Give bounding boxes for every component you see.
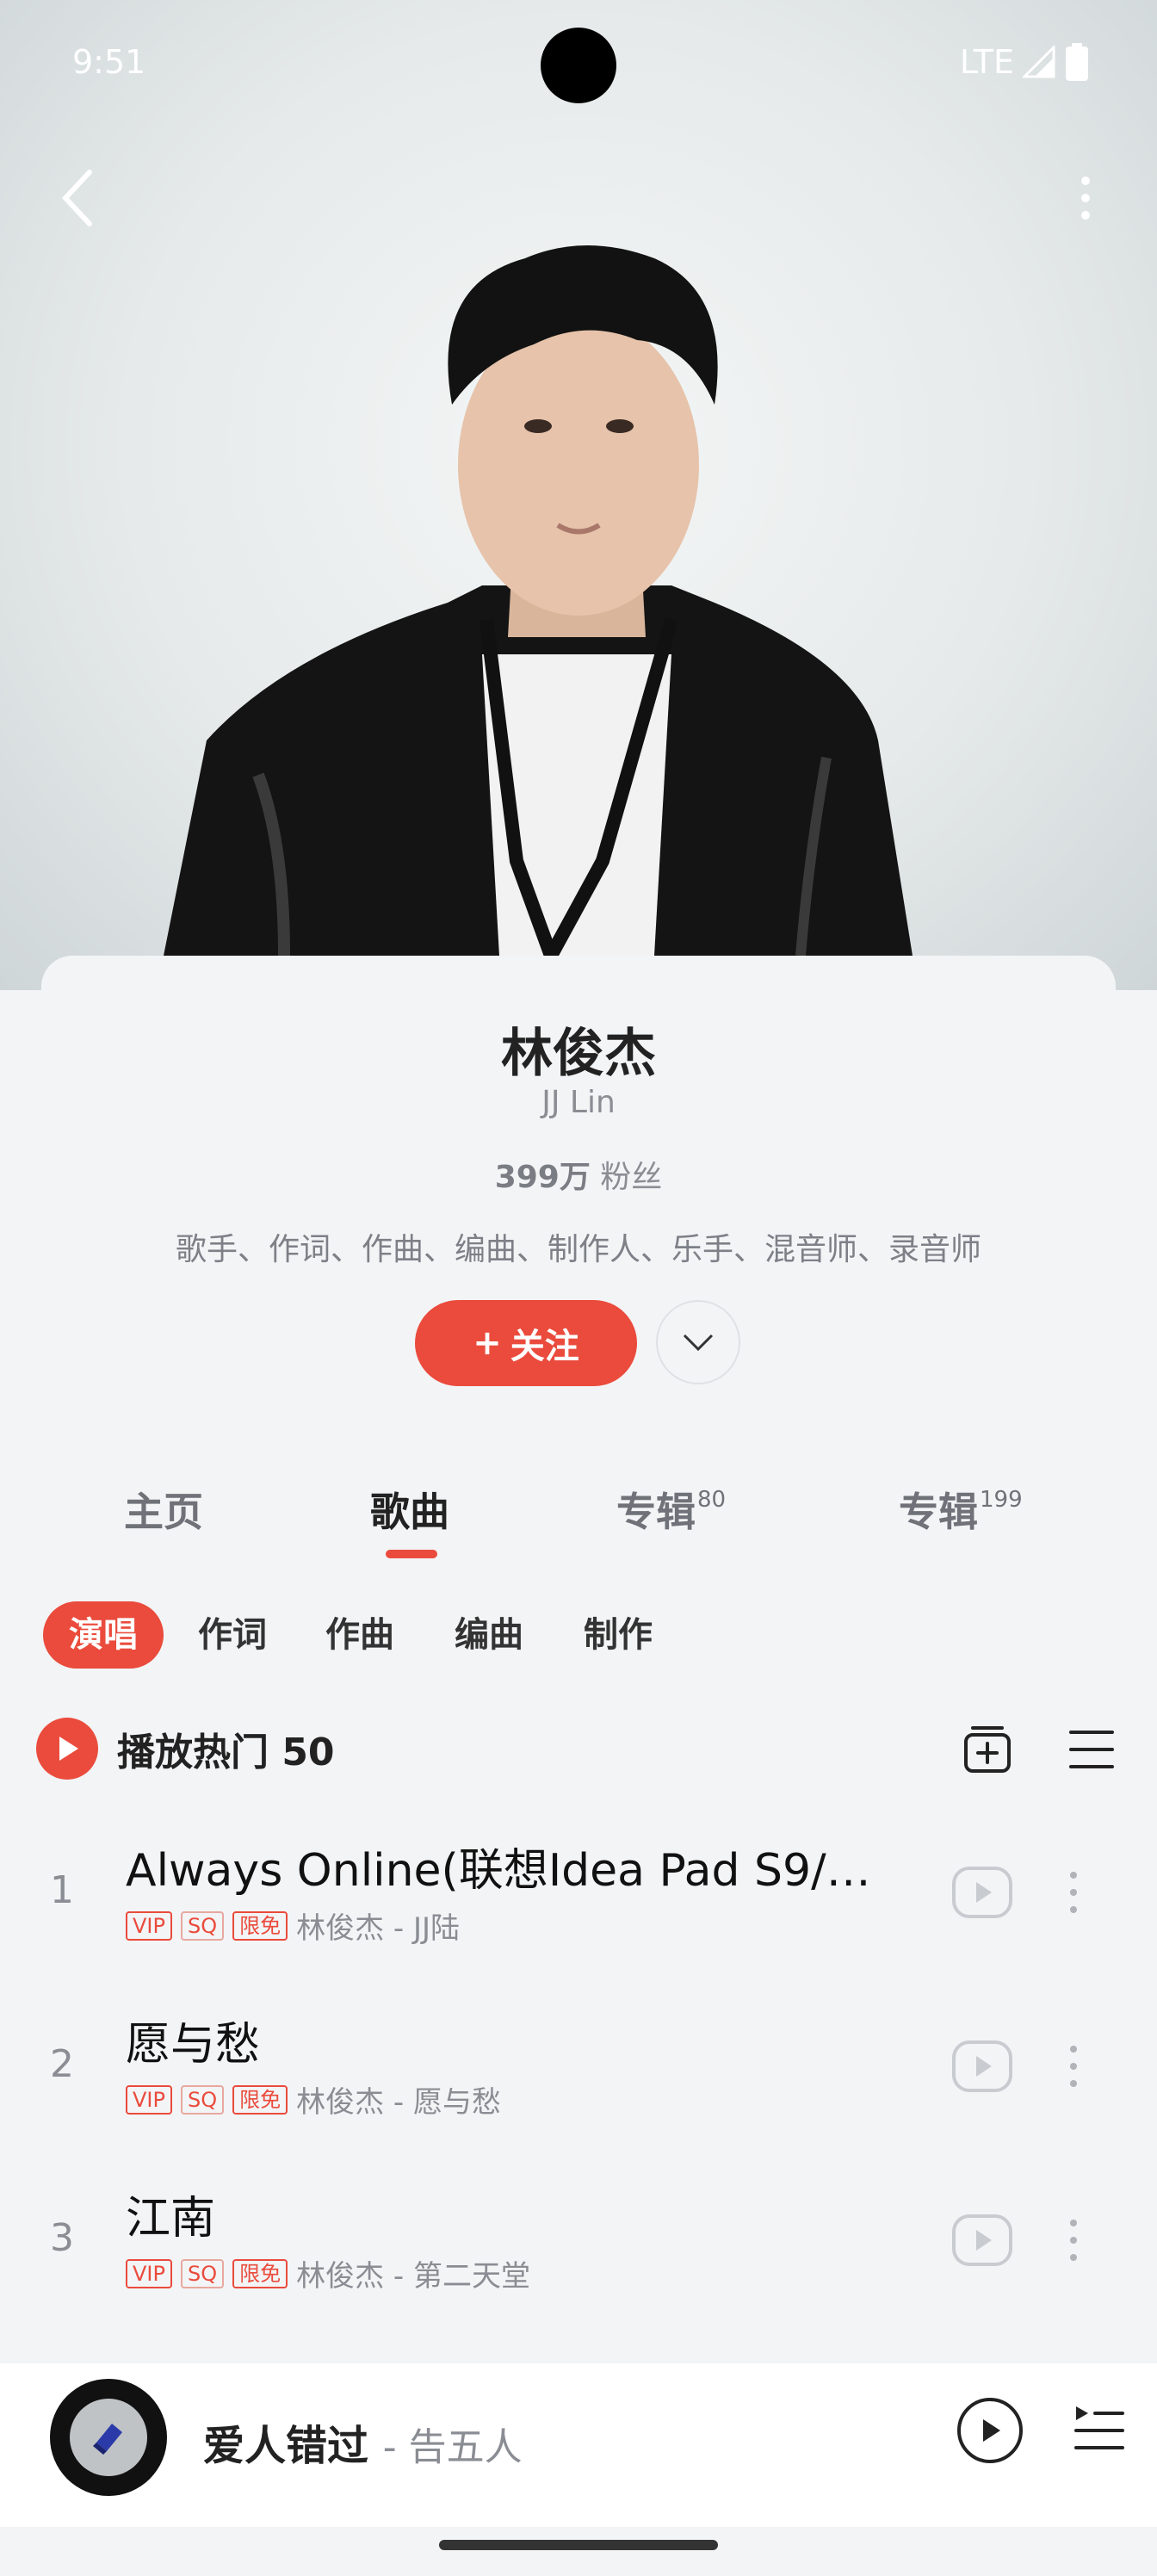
add-playlist-icon [964,1726,1011,1773]
more-options-button[interactable] [1064,164,1107,232]
status-bar: 9:51 LTE [0,0,1157,129]
album-art [70,2399,147,2476]
chip-lyrics[interactable]: 作词 [198,1601,267,1669]
chip-produce[interactable]: 制作 [584,1601,653,1669]
now-playing-song: 爱人错过 [203,2422,369,2470]
chevron-left-icon [61,170,92,226]
song-meta: VIP SQ 限免 林俊杰 - 第二天堂 [126,2252,530,2294]
hamburger-icon [1069,1731,1114,1768]
tab-label: 专辑 [616,1489,696,1535]
song-title: 愿与愁 [126,2019,261,2071]
tab-label: 主页 [124,1489,203,1535]
artist-roles: 歌手、作词、作曲、编曲、制作人、乐手、混音师、录音师 [175,1232,981,1267]
video-play-icon [952,1867,1012,1918]
fans-number: 399万 [494,1160,591,1195]
tab-albums[interactable]: 专辑80 [616,1481,726,1538]
status-time: 9:51 [72,43,146,81]
mini-player[interactable]: 爱人错过 - 告五人 [0,2363,1157,2527]
video-play-icon [952,2040,1012,2092]
chevron-down-icon [683,1334,714,1352]
play-queue-button[interactable] [1073,2403,1126,2456]
free-badge: 限免 [232,2084,288,2115]
free-badge: 限免 [232,2258,288,2288]
song-artist-album: 林俊杰 - JJ陆 [296,1911,461,1946]
fans-label: 粉丝 [600,1160,663,1195]
signal-icon [1023,46,1055,78]
chip-sing[interactable]: 演唱 [43,1601,164,1669]
song-artist-album: 林俊杰 - 第二天堂 [296,2259,530,2294]
vertical-dots-icon [1070,2220,1077,2261]
add-to-playlist-button[interactable] [962,1725,1012,1774]
song-more-button[interactable] [1061,2040,1086,2092]
vip-badge: VIP [126,2258,172,2288]
song-row[interactable]: 1 Always Online(联想Idea Pad S9/… VIP SQ 限… [0,1808,1157,1980]
mini-play-button[interactable] [957,2398,1023,2463]
mv-play-button[interactable] [952,2040,1012,2092]
artist-name: 林俊杰 [501,1024,656,1084]
tab-songs[interactable]: 歌曲 [370,1481,449,1538]
list-menu-button[interactable] [1069,1727,1114,1772]
song-artist-album: 林俊杰 - 愿与愁 [296,2085,501,2120]
artist-hero-image [0,0,1157,990]
play-hot-label: 播放热门 50 [117,1731,335,1774]
album-cover-icon [93,2424,122,2455]
play-circle-icon [36,1718,98,1780]
artist-photo [164,245,913,959]
mv-play-button[interactable] [952,2214,1012,2266]
tab-home[interactable]: 主页 [124,1481,203,1538]
sq-badge: SQ [180,2258,225,2288]
camera-cutout [541,28,616,103]
video-play-icon [952,2214,1012,2266]
back-button[interactable] [52,164,103,232]
tab-albums-2[interactable]: 专辑199 [899,1481,1023,1538]
vertical-dots-icon [1070,1872,1077,1913]
fans-count: 399万 粉丝 [0,1152,1157,1197]
sq-badge: SQ [180,1910,225,1941]
active-tab-indicator [386,1550,437,1558]
now-playing-artist: - 告五人 [382,2425,523,2469]
home-indicator [439,2540,718,2550]
tab-badge: 199 [980,1486,1023,1513]
album-disc [50,2379,167,2496]
status-indicators: LTE [960,43,1088,81]
tab-badge: 80 [697,1486,727,1513]
vertical-dots-icon [1081,176,1090,220]
vip-badge: VIP [126,1910,172,1941]
chip-arrange[interactable]: 编曲 [455,1601,523,1669]
play-hot-button[interactable]: 播放热门 50 [36,1716,335,1781]
song-meta: VIP SQ 限免 林俊杰 - JJ陆 [126,1904,460,1947]
sq-badge: SQ [180,2084,225,2115]
song-more-button[interactable] [1061,1867,1086,1918]
play-icon [983,2419,1000,2442]
chip-compose[interactable]: 作曲 [325,1601,394,1669]
mv-play-button[interactable] [952,1867,1012,1918]
plus-icon: + [473,1323,502,1363]
song-number: 1 [50,1868,74,1912]
song-more-button[interactable] [1061,2214,1086,2266]
tab-label: 专辑 [899,1489,978,1535]
song-title: Always Online(联想Idea Pad S9/… [126,1845,871,1897]
tab-label: 歌曲 [370,1489,449,1535]
network-label: LTE [959,43,1014,81]
song-row[interactable]: 3 江南 VIP SQ 限免 林俊杰 - 第二天堂 [0,2156,1157,2328]
vertical-dots-icon [1070,2046,1077,2087]
song-number: 2 [50,2042,74,2086]
battery-icon [1066,43,1088,81]
queue-icon [1074,2406,1124,2449]
follow-label: 关注 [510,1327,579,1366]
song-number: 3 [50,2216,74,2260]
free-badge: 限免 [232,1910,288,1941]
artist-tabs: 主页 歌曲 专辑80 专辑199 [0,1481,1157,1576]
vip-badge: VIP [126,2084,172,2115]
expand-info-button[interactable] [656,1300,740,1384]
now-playing-title: 爱人错过 - 告五人 [203,2412,523,2472]
artist-english-name: JJ Lin [541,1085,616,1120]
song-meta: VIP SQ 限免 林俊杰 - 愿与愁 [126,2078,501,2121]
song-title: 江南 [126,2193,216,2245]
follow-button[interactable]: + 关注 [415,1300,637,1386]
song-row[interactable]: 2 愿与愁 VIP SQ 限免 林俊杰 - 愿与愁 [0,1982,1157,2154]
